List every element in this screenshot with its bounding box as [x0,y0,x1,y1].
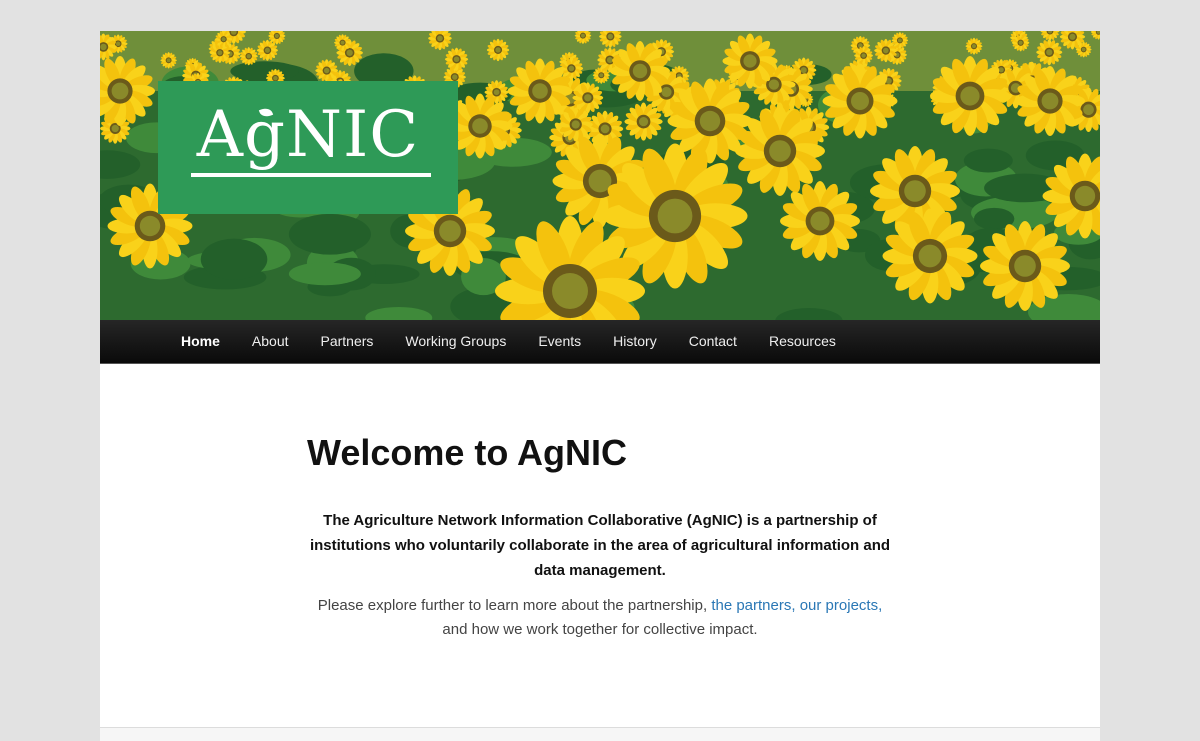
logo-underline [191,173,431,177]
nav-item-home[interactable]: Home [165,320,236,363]
page-container: AgNIC Home About Partners Working Groups… [100,31,1100,740]
nav-item-working-groups[interactable]: Working Groups [389,320,522,363]
nav-item-about[interactable]: About [236,320,305,363]
header-banner[interactable]: AgNIC [100,31,1100,320]
explore-paragraph: Please explore further to learn more abo… [307,594,893,642]
footer-divider [100,727,1100,741]
nav-item-partners[interactable]: Partners [305,320,390,363]
site-logo[interactable]: AgNIC [158,81,458,214]
partners-link[interactable]: the partners, [711,597,795,614]
main-content: Welcome to AgNIC The Agriculture Network… [307,430,893,642]
nav-item-history[interactable]: History [597,320,673,363]
main-navigation: Home About Partners Working Groups Event… [100,320,1100,364]
logo-text: AgNIC [158,95,458,175]
page-title: Welcome to AgNIC [307,430,893,476]
explore-text-prefix: Please explore further to learn more abo… [318,597,707,614]
projects-link[interactable]: our projects, [800,597,883,614]
nav-item-resources[interactable]: Resources [753,320,852,363]
intro-paragraph: The Agriculture Network Information Coll… [307,508,893,583]
nav-item-contact[interactable]: Contact [673,320,753,363]
nav-item-events[interactable]: Events [522,320,597,363]
explore-text-suffix: and how we work together for collective … [442,621,757,638]
